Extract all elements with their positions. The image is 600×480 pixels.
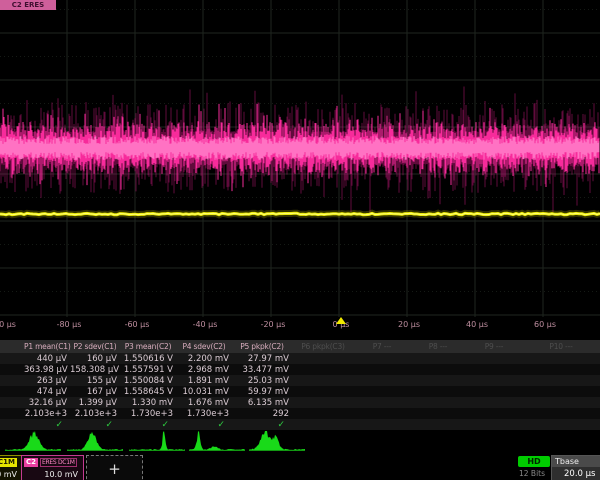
measure-value: 1.730e+3 [120,409,176,419]
measure-value: 59.97 mV [232,387,292,397]
measure-header[interactable]: P10 --- [522,342,600,351]
measure-value: 292 [232,409,292,419]
measure-value: 1.730e+3 [176,409,232,419]
measure-value: 1.558645 V [120,387,176,397]
plus-icon: + [108,460,121,478]
time-axis-tick-label: -40 µs [193,320,218,329]
measure-value: 474 µV [24,387,70,397]
measure-header[interactable]: P8 --- [410,342,466,351]
timebase-title: Tbase [552,456,600,467]
measure-header[interactable]: P3 mean(C2) [120,342,176,351]
measure-value: 1.557591 V [120,365,176,375]
measure-status-check: ✓ [70,420,120,430]
measure-header[interactable]: P6 pkpk(C3) [292,342,354,351]
measure-value: 33.477 mV [232,365,292,375]
trace-label-badge: C2 ERES [0,0,56,10]
time-axis-tick-label: -80 µs [57,320,82,329]
measure-value: 10.031 mV [176,387,232,397]
time-axis-tick-label: -60 µs [125,320,150,329]
waveform-grid-area [0,0,600,318]
measure-value: 27.97 mV [232,354,292,364]
measure-value: 1.550084 V [120,376,176,386]
measure-histicon[interactable] [188,429,246,453]
measure-status-check: ✓ [24,420,70,430]
measure-table: P1 mean(C1)P2 sdev(C1)P3 mean(C2)P4 sdev… [0,340,600,430]
measure-value: 2.103e+3 [24,409,70,419]
measure-value: 6.135 mV [232,398,292,408]
measure-histicon[interactable] [4,429,62,453]
oscilloscope-screen: C2 ERES -100 µs-80 µs-60 µs-40 µs-20 µs0… [0,0,600,480]
measure-value: 363.98 µV [24,365,70,375]
measure-value: 1.676 mV [176,398,232,408]
c1-volts-per-div: 10.0 mV [0,470,17,479]
c2-volts-per-div: 10.0 mV [44,470,83,479]
measure-value: 155 µV [70,376,120,386]
time-axis-tick-label: 20 µs [398,320,420,329]
measure-value: 1.891 mV [176,376,232,386]
time-axis-tick-label: 60 µs [534,320,556,329]
measure-value: 167 µV [70,387,120,397]
measure-value: 2.200 mV [176,354,232,364]
timebase-value: 20.0 µs [552,467,600,479]
measure-header[interactable]: P1 mean(C1) [24,342,70,351]
channel-c2-descriptor[interactable]: C2 ERES DC1M 10.0 mV [21,455,84,480]
measure-histicon[interactable] [248,429,306,453]
hd-mode-badge[interactable]: HD [518,456,550,467]
measure-value: 440 µV [24,354,70,364]
measure-value: 2.968 mV [176,365,232,375]
measure-value: 158.308 µV [70,365,120,375]
c2-label-badge: C2 [24,458,38,467]
time-axis-tick-label: -100 µs [0,320,16,329]
bit-resolution-label: 12 Bits [519,469,545,478]
measure-header[interactable]: P5 pkpk(C2) [232,342,292,351]
measure-value: 32.16 µV [24,398,70,408]
measure-histicon[interactable] [128,429,186,453]
timebase-descriptor[interactable]: Tbase 20.0 µs [551,455,600,480]
trigger-time-marker-icon[interactable] [336,317,346,324]
measure-header[interactable]: P2 sdev(C1) [70,342,120,351]
measure-value: 263 µV [24,376,70,386]
measure-header[interactable]: P7 --- [354,342,410,351]
time-axis-tick-label: 40 µs [466,320,488,329]
measure-status-check: ✓ [120,420,176,430]
time-axis-tick-label: -20 µs [261,320,286,329]
measure-status-check: ✓ [232,420,292,430]
measure-histicon[interactable] [66,429,124,453]
measure-value: 1.399 µV [70,398,120,408]
measure-header[interactable]: P9 --- [466,342,522,351]
channel-c1-descriptor[interactable]: C1 DC1M 10.0 mV [0,455,22,480]
measure-value: 1.550616 V [120,354,176,364]
add-trace-button[interactable]: + [86,455,143,480]
c2-coupling-badge: ERES DC1M [40,458,77,467]
c1-coupling-badge: DC1M [0,458,17,467]
measure-value: 2.103e+3 [70,409,120,419]
time-axis: -100 µs-80 µs-60 µs-40 µs-20 µs0 µs20 µs… [0,317,600,333]
measure-value: 25.03 mV [232,376,292,386]
measure-value: 1.330 mV [120,398,176,408]
measure-status-check: ✓ [176,420,232,430]
measure-value: 160 µV [70,354,120,364]
measure-header[interactable]: P4 sdev(C2) [176,342,232,351]
